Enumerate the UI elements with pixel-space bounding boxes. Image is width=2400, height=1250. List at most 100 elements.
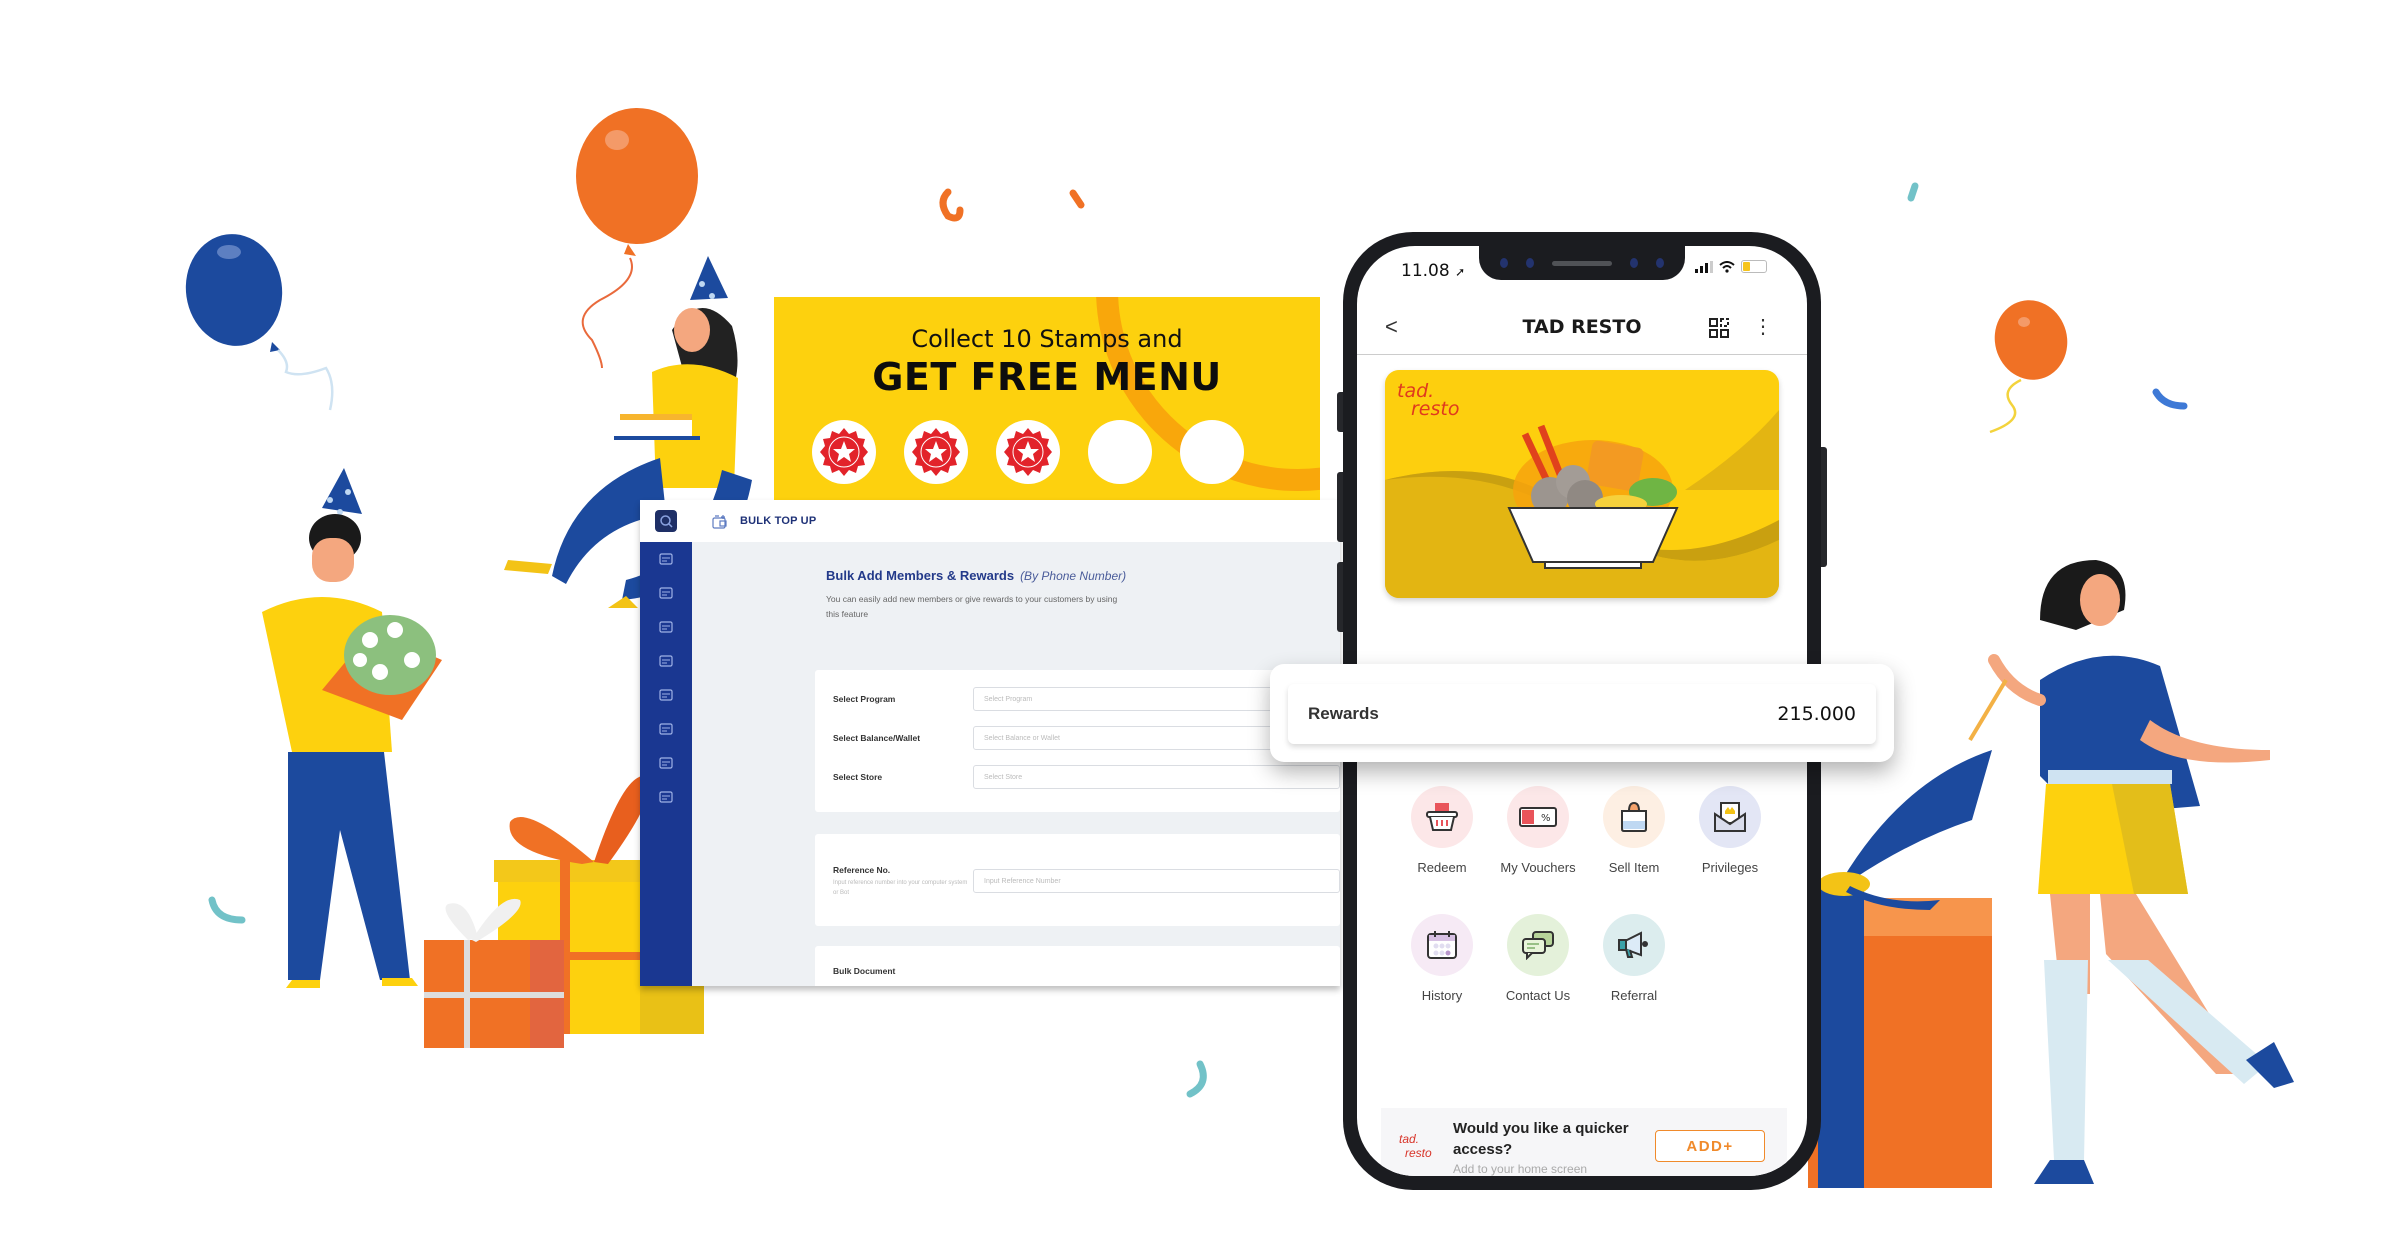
man-with-bouquet-illustration [262, 468, 442, 988]
volume-up-button [1337, 472, 1343, 542]
menu-item-label: My Vouchers [1500, 860, 1576, 875]
field-label: Select Program [833, 694, 896, 704]
menu-item-history[interactable]: History [1397, 914, 1487, 1003]
page-heading: Bulk Add Members & Rewards (By Phone Numb… [826, 568, 1126, 583]
card-brand-logo: tad. resto [1397, 382, 1459, 419]
menu-item-redeem[interactable]: Redeem [1397, 786, 1487, 875]
menu-item-sell-item[interactable]: Sell Item [1589, 786, 1679, 875]
location-arrow-icon: ➚ [1455, 265, 1466, 279]
menu-item-label: Privileges [1701, 860, 1759, 875]
front-camera [1526, 258, 1534, 268]
blue-balloon-icon [185, 234, 334, 411]
select-fields-panel: Select Program Select Program Select Bal… [815, 670, 1340, 812]
card-icon[interactable] [640, 576, 692, 610]
wifi-icon [1719, 260, 1735, 273]
field-row-reference: Reference No. Input reference number int… [833, 864, 1340, 896]
app-header: < TAD RESTO ⋮ [1357, 304, 1807, 355]
stamp-filled-icon [996, 420, 1060, 484]
sidebar-logo-cell[interactable] [640, 500, 692, 542]
status-indicators [1695, 260, 1767, 273]
chat-icon [1507, 914, 1569, 976]
page-heading-sub: (By Phone Number) [1020, 569, 1127, 583]
store-icon[interactable] [640, 712, 692, 746]
sensor-dot [1656, 258, 1664, 268]
battery-icon [1741, 260, 1767, 273]
promo-line-1: Collect 10 Stamps and [911, 325, 1183, 353]
field-row-store: Select Store Select Store [833, 764, 1340, 790]
bulk-document-label: Bulk Document [833, 966, 896, 976]
menu-item-label: Redeem [1417, 860, 1467, 875]
menu-item-label: History [1421, 988, 1463, 1003]
discount-icon[interactable] [640, 678, 692, 712]
promo-line-2: GET FREE MENU [872, 355, 1222, 399]
menu-item-label: Contact Us [1505, 988, 1571, 1003]
select-store-dropdown[interactable]: Select Store [973, 765, 1340, 789]
status-time-text: 11.08 [1401, 261, 1450, 281]
add-to-home-banner: tad. resto Would you like a quicker access… [1381, 1108, 1787, 1176]
rewards-label: Rewards [1308, 704, 1379, 723]
banner-subtext: Add to your home screen [1453, 1162, 1588, 1176]
phone-notch [1479, 246, 1685, 280]
search-logo-icon [655, 510, 677, 532]
shopping-bag-icon [1603, 786, 1665, 848]
signal-icon [1695, 260, 1713, 273]
app-title: TAD RESTO [1522, 316, 1642, 338]
dashboard-sidebar [640, 500, 692, 986]
settings-icon[interactable] [640, 780, 692, 814]
stamp-filled-icon [904, 420, 968, 484]
small-orange-balloon-icon [1989, 300, 2068, 434]
stamp-empty-slot [1088, 420, 1152, 484]
report-icon[interactable] [640, 746, 692, 780]
bulk-document-panel: Bulk Document [815, 946, 1340, 986]
banner-brand-logo: tad. resto [1399, 1132, 1432, 1160]
stamp-empty-slot [1180, 420, 1244, 484]
sidebar-nav [640, 542, 692, 814]
field-label: Select Store [833, 772, 883, 782]
stamp-card-promo: Collect 10 Stamps and GET FREE MENU [774, 297, 1320, 500]
sensor-dot [1630, 258, 1638, 268]
basket-icon [1411, 786, 1473, 848]
qr-code-icon[interactable] [1709, 318, 1729, 338]
menu-item-privileges[interactable]: Privileges [1685, 786, 1775, 875]
wallet-icon[interactable] [640, 644, 692, 678]
reference-panel: Reference No. Input reference number int… [815, 834, 1340, 926]
rewards-value: 215.000 [1777, 703, 1856, 725]
menu-item-contact-us[interactable]: Contact Us [1493, 914, 1583, 1003]
membership-card[interactable]: tad. resto [1385, 370, 1779, 598]
field-label: Reference No. [833, 864, 891, 875]
rewards-row[interactable]: Rewards 215.000 [1288, 684, 1876, 744]
brand-line-1: tad. [1399, 1132, 1420, 1146]
more-options-button[interactable]: ⋮ [1753, 314, 1773, 339]
admin-dashboard-window: BULK TOP UP Bulk Add Members & Rewards (B… [640, 500, 1340, 986]
status-time: 11.08 ➚ [1401, 261, 1465, 281]
crown-envelope-icon [1699, 786, 1761, 848]
dancing-woman-illustration [1968, 560, 2294, 1184]
menu-item-referral[interactable]: Referral [1589, 914, 1679, 1003]
reference-number-input[interactable]: Input Reference Number [973, 869, 1340, 893]
gift-box-blue-ribbon-illustration [1808, 750, 1992, 1188]
menu-item-my-vouchers[interactable]: % My Vouchers [1493, 786, 1583, 875]
field-row-program: Select Program Select Program [833, 686, 1340, 712]
mute-switch [1337, 392, 1343, 432]
add-to-home-button[interactable]: ADD+ [1655, 1130, 1765, 1162]
noodle-bowl-icon [1507, 424, 1679, 569]
brand-line-2: resto [1405, 1146, 1432, 1160]
sensor-dot [1500, 258, 1508, 268]
volume-down-button [1337, 562, 1343, 632]
question-line-2: access? [1453, 1141, 1513, 1158]
page-description: You can easily add new members or give r… [826, 594, 1118, 619]
question-line-1: Would you like a quicker [1453, 1120, 1629, 1137]
earpiece-speaker [1552, 260, 1612, 266]
field-hint: Input reference number into your compute… [833, 879, 968, 896]
bulk-topup-icon [712, 515, 727, 529]
stamp-filled-icon [812, 420, 876, 484]
calendar-icon [1411, 914, 1473, 976]
document-icon[interactable] [640, 610, 692, 644]
battery-level [1743, 262, 1751, 271]
dashboard-topbar: BULK TOP UP [692, 500, 1340, 542]
field-row-wallet: Select Balance/Wallet Select Balance or … [833, 725, 1340, 751]
megaphone-icon [1603, 914, 1665, 976]
members-icon[interactable] [640, 542, 692, 576]
rewards-balance-card: Rewards 215.000 [1270, 664, 1894, 762]
menu-item-label: Referral [1610, 988, 1658, 1003]
